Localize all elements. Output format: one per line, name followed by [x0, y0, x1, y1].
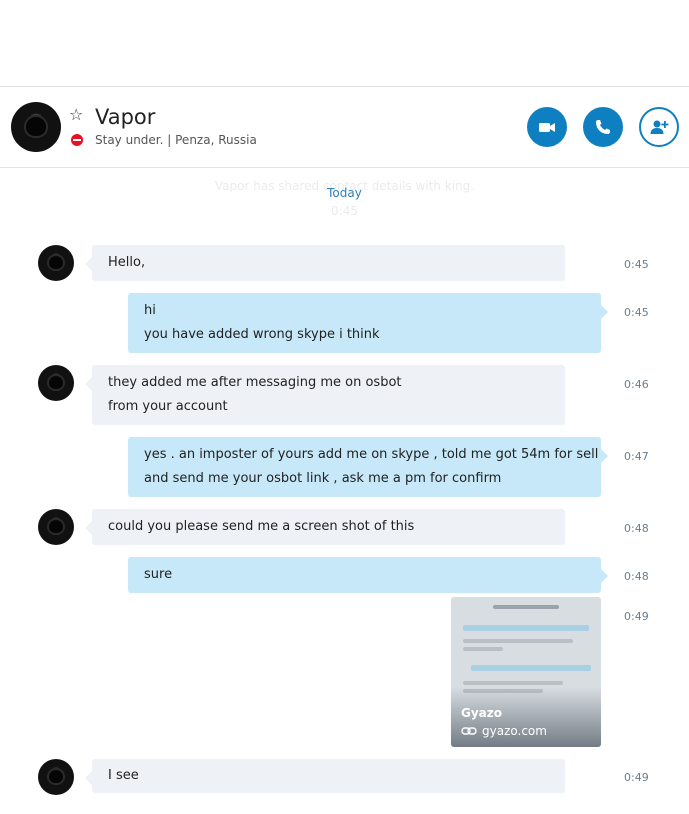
contact-avatar[interactable]	[11, 102, 61, 152]
message-bubble-outgoing[interactable]: hi you have added wrong skype i think	[128, 293, 608, 353]
message-text: they added me after messaging me on osbo…	[108, 375, 402, 390]
message-timestamp: 0:49	[624, 610, 649, 623]
message-timestamp: 0:47	[624, 450, 649, 463]
preview-thumbnail-bubble	[471, 665, 591, 671]
link-preview-domain: gyazo.com	[482, 724, 547, 738]
video-camera-icon	[539, 123, 555, 132]
message-timestamp: 0:45	[624, 258, 649, 271]
preview-thumbnail-text	[463, 639, 573, 643]
contact-name[interactable]: Vapor	[95, 104, 155, 130]
message-bubble-incoming[interactable]: they added me after messaging me on osbo…	[85, 365, 565, 425]
message-timestamp: 0:48	[624, 570, 649, 583]
add-person-icon	[650, 120, 669, 134]
contact-mood-message: Stay under. | Penza, Russia	[95, 133, 257, 147]
link-preview-title: Gyazo	[461, 706, 502, 720]
message-text: hi	[144, 303, 156, 318]
link-icon	[461, 727, 477, 735]
preview-thumbnail-text	[493, 605, 559, 609]
sender-avatar[interactable]	[38, 365, 74, 401]
message-bubble-incoming[interactable]: I see	[85, 759, 565, 793]
link-preview-source[interactable]: gyazo.com	[461, 724, 547, 738]
preview-thumbnail-bubble	[463, 625, 589, 631]
add-people-button[interactable]	[639, 107, 679, 147]
message-timestamp: 0:48	[624, 522, 649, 535]
message-text: you have added wrong skype i think	[144, 327, 380, 342]
sender-avatar[interactable]	[38, 245, 74, 281]
star-outline-icon[interactable]: ☆	[69, 107, 83, 123]
do-not-disturb-status-icon	[71, 134, 83, 146]
message-timestamp: 0:46	[624, 378, 649, 391]
message-text: yes . an imposter of yours add me on sky…	[144, 447, 599, 462]
contact-shared-time: 0:45	[331, 204, 358, 218]
preview-thumbnail-text	[463, 647, 503, 651]
phone-icon	[596, 120, 610, 134]
day-separator: Today	[327, 186, 362, 200]
preview-thumbnail-text	[463, 681, 563, 685]
message-bubble-outgoing[interactable]: sure	[128, 557, 608, 593]
video-call-button[interactable]	[527, 107, 567, 147]
message-text: and send me your osbot link , ask me a p…	[144, 471, 502, 486]
message-bubble-outgoing[interactable]: yes . an imposter of yours add me on sky…	[128, 437, 608, 497]
message-timestamp: 0:45	[624, 306, 649, 319]
sender-avatar[interactable]	[38, 759, 74, 795]
message-text: I see	[108, 768, 139, 783]
sender-avatar[interactable]	[38, 509, 74, 545]
message-text: from your account	[108, 399, 228, 414]
message-bubble-incoming[interactable]: could you please send me a screen shot o…	[85, 509, 565, 545]
message-text: Hello,	[108, 255, 146, 270]
link-preview-card[interactable]: Gyazo gyazo.com	[451, 597, 601, 747]
conversation-header: ☆ Vapor Stay under. | Penza, Russia	[0, 86, 689, 168]
message-text: sure	[144, 567, 173, 582]
message-timestamp: 0:49	[624, 771, 649, 784]
message-text: could you please send me a screen shot o…	[108, 519, 415, 534]
message-bubble-incoming[interactable]: Hello,	[85, 245, 565, 281]
audio-call-button[interactable]	[583, 107, 623, 147]
